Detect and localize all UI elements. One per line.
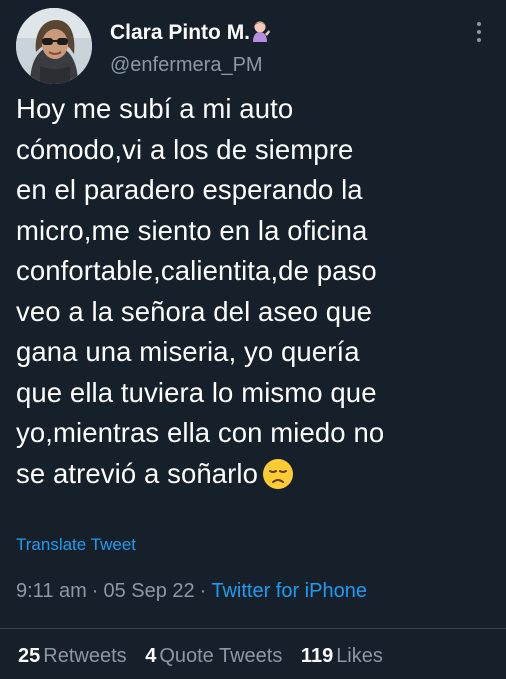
engagement-stats: 25 Retweets 4 Quote Tweets 119 Likes xyxy=(18,645,396,668)
user-names: Clara Pinto M. @enfermera_PM xyxy=(110,20,271,78)
retweets-label: Retweets xyxy=(43,645,127,667)
tweet-line: en el paradero esperando la xyxy=(16,174,363,205)
quote-tweets-stat[interactable]: 4 Quote Tweets xyxy=(145,645,282,667)
meta-separator: · xyxy=(199,580,207,602)
tweet-line: gana una miseria, yo quería xyxy=(16,336,360,367)
tweet-header: Clara Pinto M. @enfermera_PM xyxy=(16,8,494,84)
tweet-line: yo,mientras ella con miedo no xyxy=(16,417,385,448)
tweet-line: cómodo,vi a los de siempre xyxy=(16,133,354,165)
more-options-icon[interactable] xyxy=(474,22,484,48)
tweet-date[interactable]: 05 Sep 22 xyxy=(103,580,194,602)
tweet-text: Hoy me subí a mi auto cómodo,vi a los de… xyxy=(16,89,496,501)
meta-separator: · xyxy=(91,580,99,602)
display-name[interactable]: Clara Pinto M. xyxy=(110,21,250,44)
disappointed-face-emoji-icon xyxy=(262,458,294,502)
divider xyxy=(0,628,506,629)
woman-tipping-hand-emoji-icon xyxy=(251,20,271,49)
quote-tweets-count: 4 xyxy=(145,645,157,667)
translate-tweet-link[interactable]: Translate Tweet xyxy=(16,535,136,555)
tweet-line: Hoy me subí a mi auto xyxy=(16,93,294,124)
tweet-last-line: se atrevió a soñarlo xyxy=(16,454,496,502)
tweet-line: micro,me siento en la oficina xyxy=(16,214,368,246)
tweet-line: confortable,calientita,de paso xyxy=(16,255,377,286)
tweet-line: veo a la señora del aseo que xyxy=(16,295,372,327)
tweet-meta: 9:11 am · 05 Sep 22 · Twitter for iPhone xyxy=(16,580,367,603)
likes-stat[interactable]: 119 Likes xyxy=(301,645,383,667)
tweet-source-link[interactable]: Twitter for iPhone xyxy=(211,580,367,602)
retweets-stat[interactable]: 25 Retweets xyxy=(18,645,127,667)
likes-label: Likes xyxy=(336,645,383,667)
tweet-line: se atrevió a soñarlo xyxy=(16,457,258,489)
tweet-time[interactable]: 9:11 am xyxy=(16,580,87,602)
display-name-row[interactable]: Clara Pinto M. xyxy=(110,20,271,49)
quote-tweets-label: Quote Tweets xyxy=(159,645,283,667)
tweet-line: que ella tuviera lo mismo que xyxy=(16,376,377,408)
avatar-image xyxy=(16,8,92,84)
avatar[interactable] xyxy=(16,8,92,84)
retweets-count: 25 xyxy=(18,645,41,667)
user-handle[interactable]: @enfermera_PM xyxy=(110,52,271,78)
likes-count: 119 xyxy=(300,645,334,667)
